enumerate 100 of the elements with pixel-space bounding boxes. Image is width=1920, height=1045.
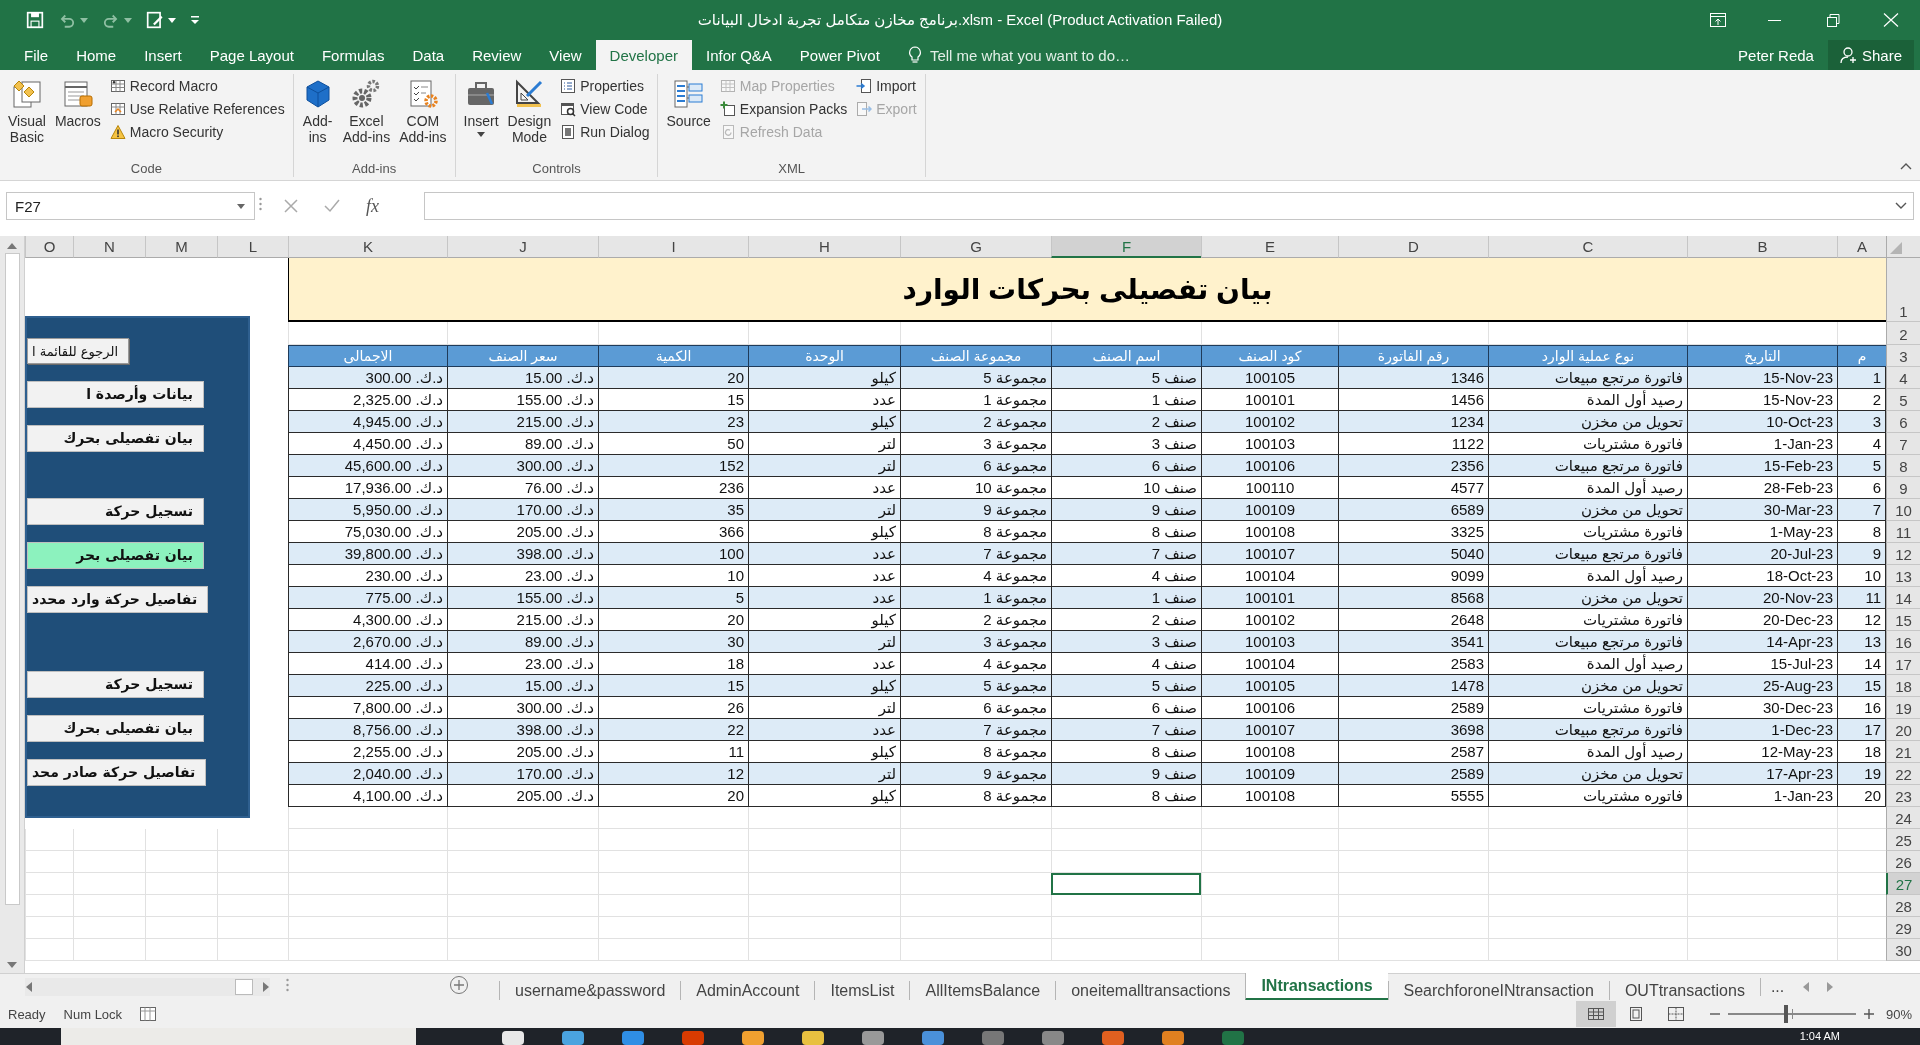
grid-cell[interactable] (1837, 807, 1886, 829)
grid-cell[interactable] (1201, 829, 1338, 851)
column-header[interactable]: C (1488, 236, 1687, 258)
grid-cell[interactable] (1338, 939, 1488, 961)
grid-cell[interactable] (748, 873, 900, 895)
grid-cell[interactable] (1488, 829, 1687, 851)
scrollbar-thumb[interactable] (235, 979, 253, 995)
grid-cell[interactable] (598, 807, 748, 829)
grid-cell[interactable] (598, 829, 748, 851)
column-header[interactable]: O (25, 236, 73, 258)
grid-cell[interactable] (1837, 851, 1886, 873)
column-header[interactable]: F (1051, 236, 1201, 258)
app-icon[interactable] (922, 1031, 944, 1045)
column-header[interactable]: N (73, 236, 145, 258)
grid-cell[interactable] (288, 939, 447, 961)
ribbon-tab[interactable]: Formulas (307, 40, 399, 70)
row-header[interactable]: 28 (1886, 895, 1920, 917)
expand-icon[interactable] (1895, 202, 1907, 210)
scroll-right-icon[interactable] (263, 982, 270, 992)
grid-cell[interactable] (447, 829, 598, 851)
scroll-up-icon[interactable] (7, 242, 17, 249)
app-icon[interactable] (682, 1031, 704, 1045)
app-icon[interactable] (502, 1031, 524, 1045)
collapse-ribbon-icon[interactable] (1900, 162, 1912, 170)
cancel-icon[interactable] (284, 199, 298, 213)
formula-field[interactable] (424, 192, 1914, 220)
row-header[interactable]: 6 (1886, 411, 1920, 433)
page-break-icon[interactable] (1666, 1006, 1685, 1022)
app-icon[interactable] (862, 1031, 884, 1045)
grid-cell[interactable] (900, 851, 1051, 873)
grid-cell[interactable] (748, 917, 900, 939)
grid-cell[interactable] (1201, 851, 1338, 873)
ribbon-button[interactable]: Run Dialog (557, 120, 653, 143)
grid-cell[interactable] (1051, 322, 1201, 345)
row-header[interactable]: 14 (1886, 587, 1920, 609)
grid-cell[interactable] (598, 851, 748, 873)
grid-cell[interactable] (1051, 895, 1201, 917)
row-header[interactable]: 1 (1886, 258, 1920, 322)
more-sheets-button[interactable]: ... (1759, 978, 1795, 996)
grid-cell[interactable] (598, 939, 748, 961)
grid-cell[interactable] (73, 917, 145, 939)
save-icon[interactable] (26, 11, 44, 29)
check-icon[interactable] (324, 199, 340, 213)
grid-cell[interactable] (1338, 807, 1488, 829)
grid-cell[interactable] (1338, 895, 1488, 917)
row-header[interactable]: 9 (1886, 477, 1920, 499)
grid-cell[interactable] (1687, 322, 1837, 345)
grid-cell[interactable] (1687, 939, 1837, 961)
grid-cell[interactable] (217, 895, 288, 917)
grid-cell[interactable] (1051, 939, 1201, 961)
grid-cell[interactable] (145, 873, 217, 895)
ribbon-tab[interactable]: Power Pivot (785, 40, 894, 70)
taskbar-search-box[interactable] (61, 1028, 416, 1045)
app-icon[interactable] (1042, 1031, 1064, 1045)
grid-cell[interactable] (217, 939, 288, 961)
ribbon-tab[interactable]: View (535, 40, 596, 70)
grid-cell[interactable] (1338, 322, 1488, 345)
column-header[interactable]: E (1201, 236, 1338, 258)
grid-cell[interactable] (1488, 322, 1687, 345)
customize-icon[interactable] (190, 15, 200, 25)
grid-cell[interactable] (1488, 917, 1687, 939)
ribbon-button[interactable]: Import (853, 74, 920, 97)
grid-cell[interactable] (1687, 873, 1837, 895)
grid-cell[interactable] (748, 939, 900, 961)
row-header[interactable]: 24 (1886, 807, 1920, 829)
grid-cell[interactable] (1837, 917, 1886, 939)
column-header[interactable]: A (1837, 236, 1886, 258)
ribbon-button[interactable]: Design Mode (504, 74, 555, 147)
row-header[interactable]: 13 (1886, 565, 1920, 587)
grid-cell[interactable] (288, 829, 447, 851)
navigation-button[interactable]: الرجوع للقائمة ا (27, 338, 130, 364)
row-header[interactable]: 4 (1886, 367, 1920, 389)
select-all-icon[interactable] (1890, 242, 1902, 254)
app-icon[interactable] (1102, 1031, 1124, 1045)
row-header[interactable]: 25 (1886, 829, 1920, 851)
zoom-level[interactable]: 90% (1885, 1006, 1912, 1022)
navigation-button[interactable]: بيانات وأرصدة ا (27, 381, 204, 408)
grid-cell[interactable] (1837, 873, 1886, 895)
row-header[interactable]: 21 (1886, 741, 1920, 763)
ribbon-button[interactable]: Properties (557, 74, 653, 97)
grid-cell[interactable] (447, 917, 598, 939)
grid-cell[interactable] (73, 873, 145, 895)
grid-cell[interactable] (598, 917, 748, 939)
ribbon-tab[interactable]: Page Layout (195, 40, 308, 70)
row-header[interactable]: 16 (1886, 631, 1920, 653)
ribbon-button[interactable]: Visual Basic (5, 74, 49, 147)
row-header[interactable]: 2 (1886, 322, 1920, 345)
grid-cell[interactable] (447, 873, 598, 895)
row-header[interactable]: 29 (1886, 917, 1920, 939)
grid-cell[interactable] (1338, 829, 1488, 851)
ribbon-tab[interactable]: File (10, 40, 63, 70)
ribbon-button[interactable]: Macros (51, 74, 104, 131)
row-header[interactable]: 17 (1886, 653, 1920, 675)
grid-cell[interactable] (145, 829, 217, 851)
grid-cell[interactable] (1338, 851, 1488, 873)
grid-cell[interactable] (900, 807, 1051, 829)
ribbon-tab[interactable]: Data (398, 40, 459, 70)
grid-cell[interactable] (447, 322, 598, 345)
sheet-record-icon[interactable] (140, 1007, 157, 1021)
navigation-button[interactable]: تسجيل حركة (27, 671, 204, 698)
